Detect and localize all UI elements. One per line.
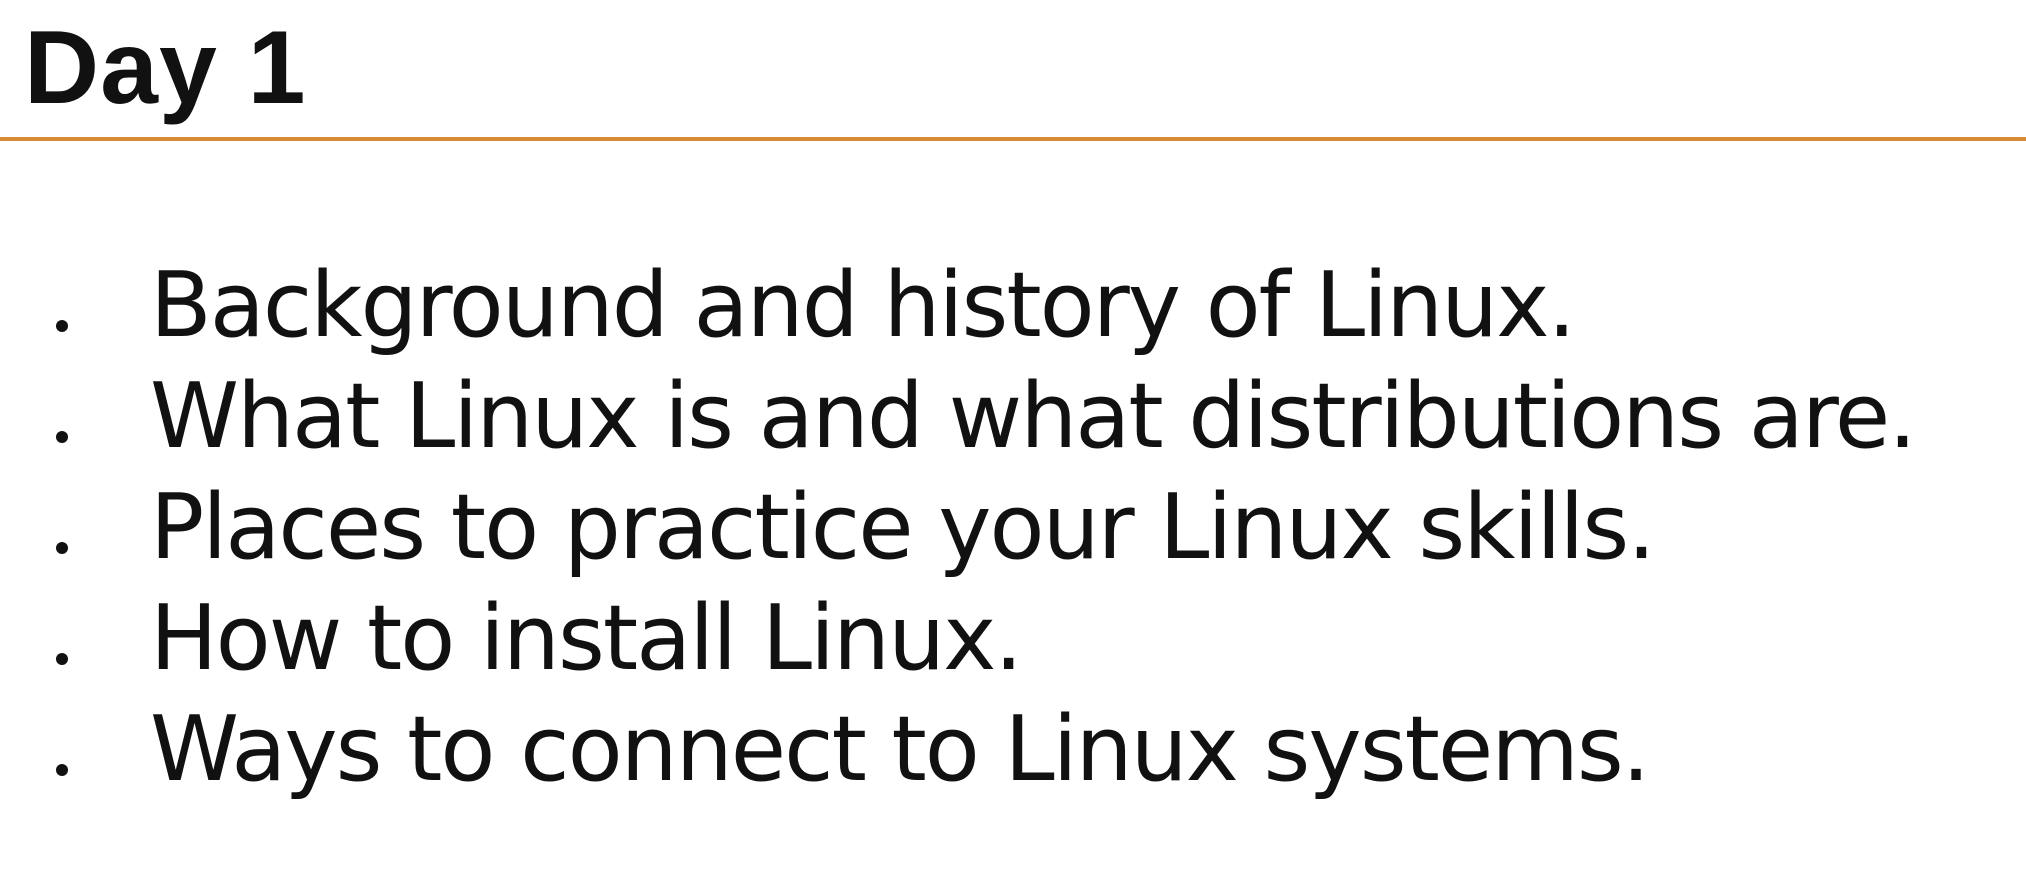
bullet-dot-icon (56, 764, 68, 776)
slide: Day 1 Background and history of Linux. W… (0, 0, 2026, 876)
bullet-text: Ways to connect to Linux systems. (150, 697, 1650, 802)
bullet-dot-icon (56, 542, 68, 554)
bullet-text: What Linux is and what distributions are… (150, 364, 1917, 469)
bullet-dot-icon (56, 320, 68, 332)
bullet-dot-icon (56, 431, 68, 443)
bullet-text: Background and history of Linux. (150, 253, 1576, 358)
title-divider (0, 137, 2026, 141)
bullet-text: How to install Linux. (150, 586, 1023, 691)
bullet-dot-icon (56, 653, 68, 665)
slide-title: Day 1 (24, 10, 307, 126)
bullet-text: Places to practice your Linux skills. (150, 475, 1656, 580)
